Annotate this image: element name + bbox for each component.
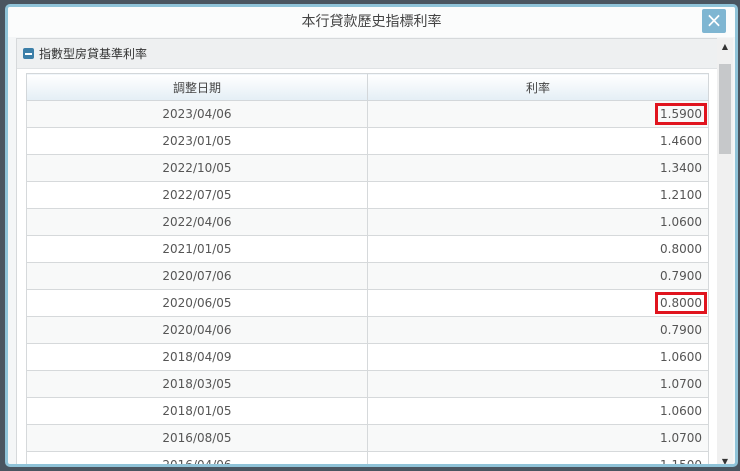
close-button[interactable]: × <box>702 9 726 33</box>
table-row: 2020/04/06 0.7900 <box>26 316 709 344</box>
date-cell: 2016/04/06 <box>26 451 368 464</box>
highlighted-rate-value: 0.8000 <box>655 292 707 314</box>
date-cell: 2023/04/06 <box>26 100 368 128</box>
table-row: 2020/07/06 0.7900 <box>26 262 709 290</box>
table-row: 2018/01/05 1.0600 <box>26 397 709 425</box>
rate-cell: 1.2100 <box>367 181 709 209</box>
date-cell: 2022/10/05 <box>26 154 368 182</box>
date-cell: 2018/03/05 <box>26 370 368 398</box>
table-row: 2021/01/05 0.8000 <box>26 235 709 263</box>
table-row: 2022/07/05 1.2100 <box>26 181 709 209</box>
rate-value: 1.0700 <box>660 431 702 445</box>
rate-value: 0.8000 <box>660 242 702 256</box>
rate-cell: 1.3400 <box>367 154 709 182</box>
rate-cell: 1.0600 <box>367 343 709 371</box>
rate-value: 1.0700 <box>660 377 702 391</box>
rate-cell: 1.0700 <box>367 424 709 452</box>
scroll-up-icon[interactable]: ▲ <box>717 42 733 51</box>
history-rate-dialog: 本行貸款歷史指標利率 × 指數型房貸基準利率 調整日期 利率 2023/04/0… <box>5 4 738 467</box>
date-cell: 2020/06/05 <box>26 289 368 317</box>
rate-value: 1.1500 <box>660 458 702 467</box>
rate-cell: 0.8000 <box>367 235 709 263</box>
rate-value: 1.4600 <box>660 134 702 148</box>
rate-cell: 0.7900 <box>367 316 709 344</box>
date-cell: 2018/01/05 <box>26 397 368 425</box>
date-cell: 2016/08/05 <box>26 424 368 452</box>
rate-cell: 0.8000 <box>367 289 709 317</box>
rate-cell: 1.0600 <box>367 397 709 425</box>
table-row: 2016/08/05 1.0700 <box>26 424 709 452</box>
column-header-date[interactable]: 調整日期 <box>26 73 368 101</box>
column-header-rate[interactable]: 利率 <box>367 73 709 101</box>
table-row: 2016/04/06 1.1500 <box>26 451 709 467</box>
section-header[interactable]: 指數型房貸基準利率 <box>17 39 717 69</box>
date-cell: 2023/01/05 <box>26 127 368 155</box>
table-row: 2023/01/05 1.4600 <box>26 127 709 155</box>
highlighted-rate-value: 1.5900 <box>655 103 707 125</box>
table-row: 2018/03/05 1.0700 <box>26 370 709 398</box>
rate-value: 0.7900 <box>660 269 702 283</box>
rate-value: 1.0600 <box>660 350 702 364</box>
date-cell: 2022/04/06 <box>26 208 368 236</box>
rate-value: 1.3400 <box>660 161 702 175</box>
table-row: 2023/04/06 1.5900 <box>26 100 709 128</box>
scroll-down-icon[interactable]: ▼ <box>717 457 733 464</box>
table-row: 2022/04/06 1.0600 <box>26 208 709 236</box>
dialog-title: 本行貸款歷史指標利率 <box>8 7 735 37</box>
rate-cell: 0.7900 <box>367 262 709 290</box>
table-row: 2020/06/05 0.8000 <box>26 289 709 317</box>
date-cell: 2022/07/05 <box>26 181 368 209</box>
dialog-content: 指數型房貸基準利率 調整日期 利率 2023/04/06 1.5900 2023/0… <box>16 38 718 467</box>
rate-cell: 1.0600 <box>367 208 709 236</box>
collapse-icon[interactable] <box>23 48 34 59</box>
rate-table: 調整日期 利率 2023/04/06 1.5900 2023/01/05 1.4600… <box>26 73 709 467</box>
date-cell: 2020/04/06 <box>26 316 368 344</box>
rate-cell: 1.5900 <box>367 100 709 128</box>
date-cell: 2018/04/09 <box>26 343 368 371</box>
table-row: 2022/10/05 1.3400 <box>26 154 709 182</box>
vertical-scrollbar[interactable]: ▲ ▼ <box>717 38 733 464</box>
table-row: 2018/04/09 1.0600 <box>26 343 709 371</box>
date-cell: 2021/01/05 <box>26 235 368 263</box>
rate-value: 0.7900 <box>660 323 702 337</box>
rate-value: 1.2100 <box>660 188 702 202</box>
rate-value: 1.0600 <box>660 215 702 229</box>
date-cell: 2020/07/06 <box>26 262 368 290</box>
rate-cell: 1.0700 <box>367 370 709 398</box>
rate-value: 1.0600 <box>660 404 702 418</box>
scrollbar-thumb[interactable] <box>719 64 731 154</box>
section-title: 指數型房貸基準利率 <box>39 46 148 61</box>
rate-cell: 1.1500 <box>367 451 709 467</box>
rate-cell: 1.4600 <box>367 127 709 155</box>
